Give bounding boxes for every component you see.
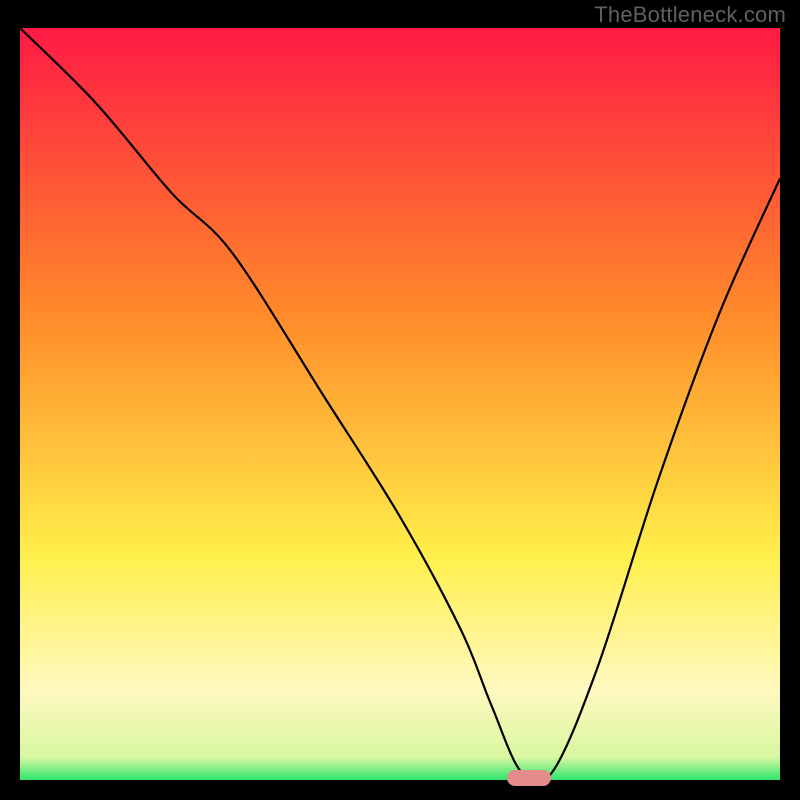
optimal-marker <box>507 770 551 786</box>
watermark-text: TheBottleneck.com <box>594 2 786 28</box>
plot-svg <box>20 28 780 780</box>
chart-frame: TheBottleneck.com <box>0 0 800 800</box>
plot-area <box>20 28 780 780</box>
gradient-background <box>20 28 780 780</box>
